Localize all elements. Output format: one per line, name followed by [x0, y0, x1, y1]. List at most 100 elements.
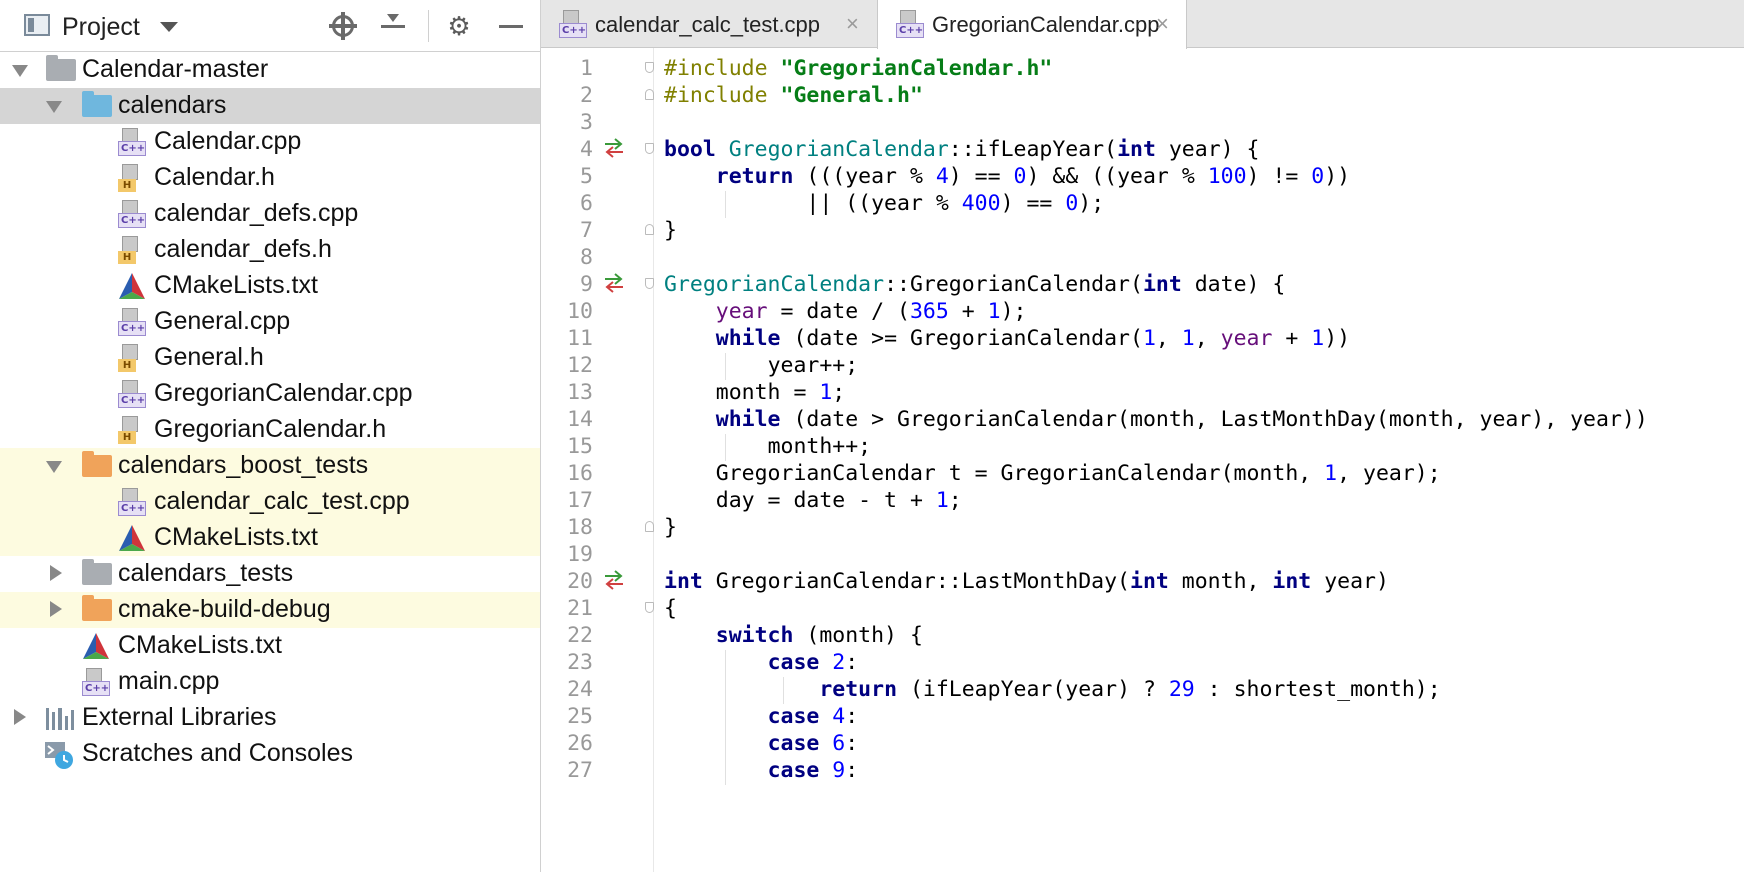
tree-item-file[interactable]: H General.h — [0, 340, 540, 376]
line-number: 20 — [567, 569, 593, 594]
tree-item-file[interactable]: H calendar_defs.h — [0, 232, 540, 268]
folder-icon — [82, 91, 112, 117]
tree-item-label: main.cpp — [118, 667, 220, 695]
project-panel-header: Project ⚙ — [0, 0, 540, 52]
tree-item-file[interactable]: CMakeLists.txt — [0, 628, 540, 664]
fold-marker-icon[interactable] — [645, 89, 654, 100]
line-number: 21 — [567, 596, 593, 621]
folder-icon — [82, 595, 112, 621]
minimize-icon — [499, 24, 523, 28]
tree-item-calendars[interactable]: calendars — [0, 88, 540, 124]
line-number: 16 — [567, 461, 593, 486]
code-line: } — [664, 515, 677, 540]
expand-arrow-icon[interactable] — [12, 65, 28, 77]
tree-item-file[interactable]: C++ GregorianCalendar.cpp — [0, 376, 540, 412]
tree-item-scratches[interactable]: Scratches and Consoles — [0, 736, 540, 772]
tree-item-file[interactable]: C++ main.cpp — [0, 664, 540, 700]
tree-item-calendars-boost-tests[interactable]: calendars_boost_tests — [0, 448, 540, 484]
gear-icon: ⚙ — [447, 11, 471, 41]
collapse-all-icon — [381, 14, 405, 38]
code-line: switch (month) { — [715, 623, 923, 648]
project-view-selector[interactable]: Project — [62, 13, 140, 42]
locate-button[interactable] — [325, 8, 361, 44]
fold-marker-icon[interactable] — [645, 278, 654, 289]
fold-marker-icon[interactable] — [645, 62, 654, 73]
cmake-icon — [119, 525, 145, 551]
fold-marker-icon[interactable] — [645, 143, 654, 154]
tree-item-cmake-build-debug[interactable]: cmake-build-debug — [0, 592, 540, 628]
fold-marker-icon[interactable] — [645, 602, 654, 613]
cpp-file-icon: C++ — [896, 10, 924, 38]
line-number: 27 — [567, 758, 593, 783]
cmake-icon — [119, 273, 145, 299]
line-number: 6 — [580, 191, 593, 216]
cpp-file-icon: C++ — [559, 10, 587, 38]
tree-item-file[interactable]: CMakeLists.txt — [0, 520, 540, 556]
line-number: 8 — [580, 245, 593, 270]
line-number: 22 — [567, 623, 593, 648]
code-line: year = date / (365 + 1); — [715, 299, 1027, 324]
close-icon[interactable]: × — [1156, 11, 1169, 37]
cpp-file-icon: C++ — [118, 200, 146, 228]
go-to-declaration-icon[interactable] — [603, 273, 625, 293]
tab-label: calendar_calc_test.cpp — [595, 12, 821, 37]
line-number: 19 — [567, 542, 593, 567]
library-icon — [46, 706, 75, 730]
expand-arrow-icon[interactable] — [14, 709, 26, 725]
expand-arrow-icon[interactable] — [50, 601, 62, 617]
line-number: 5 — [580, 164, 593, 189]
fold-marker-icon[interactable] — [645, 224, 654, 235]
expand-arrow-icon[interactable] — [46, 461, 62, 473]
code-line: case 9: — [767, 758, 859, 783]
tree-item-external-libraries[interactable]: External Libraries — [0, 700, 540, 736]
tree-item-label: CMakeLists.txt — [118, 631, 282, 659]
code-line: case 6: — [767, 731, 859, 756]
collapse-all-button[interactable] — [375, 8, 411, 44]
fold-marker-icon[interactable] — [645, 521, 654, 532]
tree-item-label: calendars_tests — [118, 559, 294, 587]
go-to-declaration-icon[interactable] — [603, 570, 625, 590]
tree-item-label: calendars_boost_tests — [118, 451, 369, 479]
tree-item-file[interactable]: H Calendar.h — [0, 160, 540, 196]
tree-item-calendars-tests[interactable]: calendars_tests — [0, 556, 540, 592]
tree-item-label: GregorianCalendar.cpp — [154, 379, 413, 407]
code-line: while (date > GregorianCalendar(month, L… — [715, 407, 1648, 432]
minimize-button[interactable] — [493, 8, 529, 44]
line-number: 26 — [567, 731, 593, 756]
code-line: year++; — [767, 353, 859, 378]
settings-button[interactable]: ⚙ — [441, 8, 477, 44]
code-line: day = date - t + 1; — [715, 488, 962, 513]
code-area[interactable]: 1 2 3 4 5 6 7 8 9 10 11 12 13 14 15 16 1… — [541, 48, 1744, 872]
tree-item-file[interactable]: C++ calendar_defs.cpp — [0, 196, 540, 232]
chevron-down-icon[interactable] — [160, 22, 178, 32]
tree-item-file[interactable]: C++ Calendar.cpp — [0, 124, 540, 160]
header-file-icon: H — [118, 416, 146, 444]
code-line: return (ifLeapYear(year) ? 29 : shortest… — [819, 677, 1441, 702]
tree-item-label: calendar_defs.h — [154, 235, 332, 263]
expand-arrow-icon[interactable] — [50, 565, 62, 581]
tree-item-label: CMakeLists.txt — [154, 523, 318, 551]
go-to-declaration-icon[interactable] — [603, 138, 625, 158]
tree-item-file[interactable]: C++ General.cpp — [0, 304, 540, 340]
line-number: 24 — [567, 677, 593, 702]
tree-item-file[interactable]: CMakeLists.txt — [0, 268, 540, 304]
line-number: 10 — [567, 299, 593, 324]
tree-item-file[interactable]: H GregorianCalendar.h — [0, 412, 540, 448]
line-number: 15 — [567, 434, 593, 459]
cpp-file-icon: C++ — [118, 128, 146, 156]
code-line: month++; — [767, 434, 872, 459]
line-number: 7 — [580, 218, 593, 243]
folder-icon — [82, 451, 112, 477]
tree-item-calendar-master[interactable]: Calendar-master — [0, 52, 540, 88]
line-number: 13 — [567, 380, 593, 405]
tree-item-file[interactable]: C++ calendar_calc_test.cpp — [0, 484, 540, 520]
close-icon[interactable]: × — [846, 11, 859, 37]
tab-gregorian-calendar[interactable]: C++ GregorianCalendar.cpp × — [877, 0, 1187, 49]
scratches-icon — [45, 742, 73, 769]
tree-item-label: External Libraries — [82, 703, 277, 731]
expand-arrow-icon[interactable] — [46, 101, 62, 113]
line-number: 18 — [567, 515, 593, 540]
locate-icon — [329, 12, 357, 40]
tab-calendar-calc-test[interactable]: C++ calendar_calc_test.cpp × — [541, 0, 877, 48]
line-number: 9 — [580, 272, 593, 297]
